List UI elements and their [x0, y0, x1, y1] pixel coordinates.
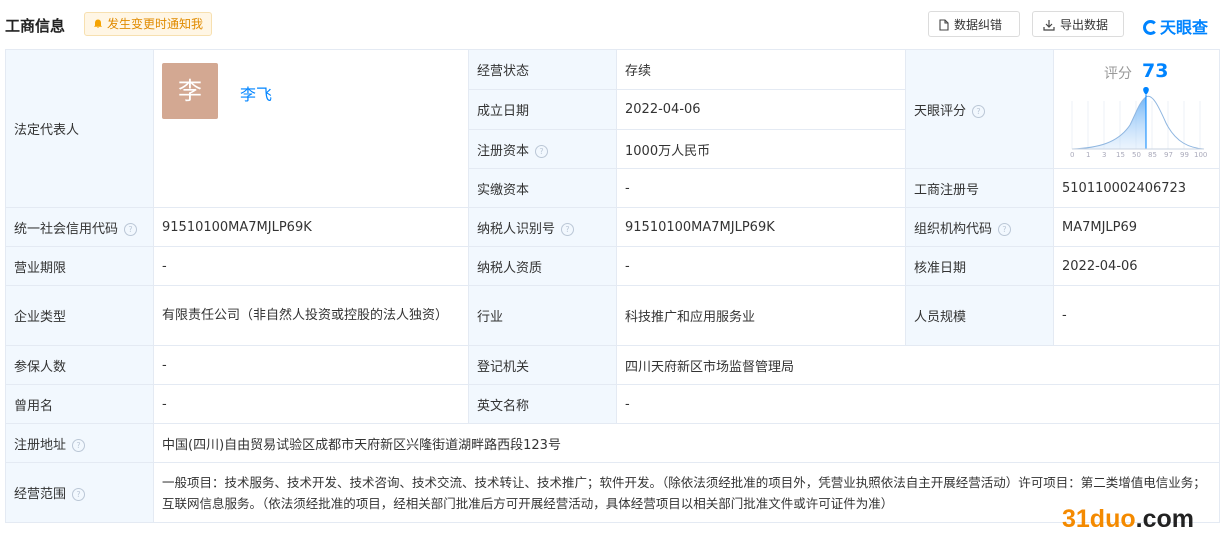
help-icon[interactable]: ?	[535, 144, 549, 158]
axis-tick: 15	[1116, 150, 1125, 159]
table-row: 经营范围? 一般项目：技术服务、技术开发、技术咨询、技术交流、技术转让、技术推广…	[5, 462, 1220, 523]
score-caption: 评分	[1104, 65, 1132, 82]
table-row: 法定代表人 李 李飞 经营状态 存续 天眼评分? 评分 73 0 1 3 15 …	[5, 49, 1220, 208]
approved-label: 核准日期	[905, 246, 1054, 286]
authority-value: 四川天府新区市场监督管理局	[616, 345, 1220, 385]
help-icon[interactable]: ?	[124, 222, 138, 236]
legal-rep-cell: 李 李飞	[153, 49, 469, 208]
industry-label: 行业	[468, 285, 617, 346]
avatar: 李	[162, 62, 218, 119]
score-cell: 评分 73 0 1 3 15 50 85 97 99 100	[1053, 49, 1220, 169]
english-name-value: -	[616, 384, 1220, 424]
credit-code-label: 统一社会信用代码	[14, 221, 119, 237]
reg-no-value: 510110002406723	[1053, 168, 1220, 208]
axis-tick: 100	[1194, 150, 1208, 159]
axis-tick: 3	[1102, 150, 1107, 159]
notify-button[interactable]: 发生变更时通知我	[84, 12, 213, 36]
founded-value: 2022-04-06	[616, 89, 906, 130]
former-name-label: 曾用名	[5, 384, 154, 424]
tianyancha-logo: 天眼查	[1143, 14, 1208, 38]
watermark-part1: 31duo	[1062, 505, 1136, 533]
reg-capital-label-cell: 注册资本?	[468, 129, 617, 169]
insured-value: -	[153, 345, 469, 385]
taxpayer-id-value: 91510100MA7MJLP69K	[616, 207, 906, 247]
score-label-cell: 天眼评分?	[905, 49, 1054, 169]
help-icon[interactable]: ?	[561, 222, 575, 236]
export-label: 导出数据	[1060, 18, 1109, 32]
export-button[interactable]: 导出数据	[1032, 11, 1124, 37]
table-row: 参保人数 - 登记机关 四川天府新区市场监督管理局	[5, 345, 1220, 385]
business-info-table: 法定代表人 李 李飞 经营状态 存续 天眼评分? 评分 73 0 1 3 15 …	[5, 49, 1220, 523]
staff-value: -	[1053, 285, 1220, 346]
approved-value: 2022-04-06	[1053, 246, 1220, 286]
org-code-label-cell: 组织机构代码?	[905, 207, 1054, 247]
help-icon[interactable]: ?	[72, 438, 86, 452]
status-value: 存续	[616, 49, 906, 90]
axis-tick: 0	[1070, 150, 1075, 159]
help-icon[interactable]: ?	[72, 488, 86, 501]
paid-capital-value: -	[616, 168, 906, 208]
reg-capital-value: 1000万人民币	[616, 129, 906, 169]
legal-rep-name-link[interactable]: 李飞	[240, 81, 272, 105]
taxpayer-id-label: 纳税人识别号	[477, 221, 556, 237]
type-label: 企业类型	[5, 285, 154, 346]
axis-tick: 99	[1180, 150, 1189, 159]
watermark-part2: .com	[1135, 505, 1194, 533]
logo-icon	[1143, 20, 1158, 35]
report-error-label: 数据纠错	[954, 18, 1003, 32]
authority-label: 登记机关	[468, 345, 617, 385]
score-value: 73	[1142, 59, 1169, 82]
industry-value: 科技推广和应用服务业	[616, 285, 906, 346]
axis-tick: 85	[1148, 150, 1157, 159]
founded-label: 成立日期	[468, 89, 617, 130]
help-icon[interactable]: ?	[998, 222, 1012, 236]
type-value: 有限责任公司（非自然人投资或控股的法人独资）	[153, 285, 469, 346]
table-row: 统一社会信用代码? 91510100MA7MJLP69K 纳税人识别号? 915…	[5, 207, 1220, 247]
legal-rep-label: 法定代表人	[5, 49, 154, 208]
axis-tick: 97	[1164, 150, 1173, 159]
status-label: 经营状态	[468, 49, 617, 90]
score-axis: 0 1 3 15 50 85 97 99 100	[1068, 151, 1208, 161]
org-code-label: 组织机构代码	[914, 221, 993, 237]
scope-value: 一般项目：技术服务、技术开发、技术咨询、技术交流、技术转让、技术推广；软件开发。…	[153, 462, 1220, 523]
download-icon	[1043, 20, 1055, 31]
english-name-label: 英文名称	[468, 384, 617, 424]
term-label: 营业期限	[5, 246, 154, 286]
table-row: 营业期限 - 纳税人资质 - 核准日期 2022-04-06	[5, 246, 1220, 286]
taxpayer-qual-value: -	[616, 246, 906, 286]
taxpayer-id-label-cell: 纳税人识别号?	[468, 207, 617, 247]
scope-label-cell: 经营范围?	[5, 462, 154, 523]
help-icon[interactable]: ?	[972, 104, 986, 118]
table-row: 曾用名 - 英文名称 -	[5, 384, 1220, 424]
scope-label: 经营范围	[14, 487, 67, 502]
address-label-cell: 注册地址?	[5, 423, 154, 463]
address-label: 注册地址	[14, 437, 67, 453]
insured-label: 参保人数	[5, 345, 154, 385]
bell-icon	[94, 19, 102, 28]
term-value: -	[153, 246, 469, 286]
reg-no-label: 工商注册号	[905, 168, 1054, 208]
staff-label: 人员规模	[905, 285, 1054, 346]
address-value: 中国(四川)自由贸易试验区成都市天府新区兴隆街道湖畔路西段123号	[153, 423, 1220, 463]
credit-code-value: 91510100MA7MJLP69K	[153, 207, 469, 247]
section-title: 工商信息	[5, 17, 66, 35]
axis-tick: 1	[1086, 150, 1091, 159]
report-error-button[interactable]: 数据纠错	[928, 11, 1020, 37]
header: 工商信息 发生变更时通知我 数据纠错 导出数据 天眼查	[0, 0, 1225, 48]
reg-capital-label: 注册资本	[477, 143, 530, 159]
paid-capital-label: 实缴资本	[468, 168, 617, 208]
table-row: 注册地址? 中国(四川)自由贸易试验区成都市天府新区兴隆街道湖畔路西段123号	[5, 423, 1220, 463]
score-field-label: 天眼评分	[914, 103, 967, 119]
watermark: 31duo.com	[1062, 505, 1194, 534]
org-code-value: MA7MJLP69	[1053, 207, 1220, 247]
axis-tick: 50	[1132, 150, 1141, 159]
document-icon	[939, 19, 949, 31]
notify-label: 发生变更时通知我	[107, 17, 204, 31]
former-name-value: -	[153, 384, 469, 424]
table-row: 企业类型 有限责任公司（非自然人投资或控股的法人独资） 行业 科技推广和应用服务…	[5, 285, 1220, 346]
logo-text: 天眼查	[1160, 18, 1209, 37]
credit-code-label-cell: 统一社会信用代码?	[5, 207, 154, 247]
taxpayer-qual-label: 纳税人资质	[468, 246, 617, 286]
